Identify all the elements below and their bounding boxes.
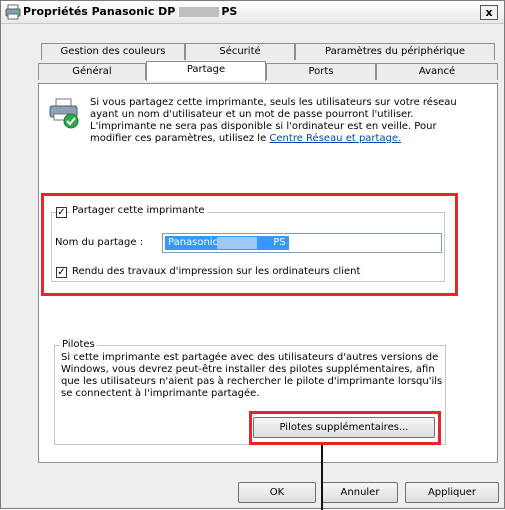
share-name-input[interactable]: Panasonic DP PS (162, 233, 442, 253)
tab-securite[interactable]: Sécurité (185, 43, 295, 60)
redacted-model-number (179, 7, 219, 17)
apply-button[interactable]: Appliquer (405, 482, 499, 503)
tab-avance[interactable]: Avancé (376, 63, 498, 80)
render-jobs-checkbox[interactable]: ✓ (56, 267, 67, 278)
tab-gestion-couleurs[interactable]: Gestion des couleurs (41, 43, 185, 60)
shared-printer-icon (49, 98, 79, 129)
ok-button[interactable]: OK (238, 482, 316, 503)
dialog-title-right: PS (221, 5, 238, 18)
dialog-title-left: Propriétés Panasonic DP (23, 5, 176, 18)
tab-general[interactable]: Général (38, 63, 146, 80)
close-button[interactable]: x (480, 5, 498, 20)
printer-title-icon (5, 4, 21, 20)
tab-ports[interactable]: Ports (266, 63, 376, 80)
render-jobs-label: Rendu des travaux d'impression sur les o… (72, 266, 361, 277)
redacted-share-name-part (217, 237, 257, 249)
title-bar[interactable]: Propriétés Panasonic DP PS x (1, 1, 504, 24)
share-name-value-right: PS (273, 237, 286, 248)
share-name-label: Nom du partage : (55, 237, 144, 248)
additional-drivers-button[interactable]: Pilotes supplémentaires... (253, 417, 435, 438)
tab-parametres-peripherique[interactable]: Paramètres du périphérique (295, 43, 495, 60)
drivers-legend: Pilotes (60, 339, 97, 350)
properties-dialog: Propriétés Panasonic DP PS x Gestion des… (0, 0, 505, 510)
tab-partage[interactable]: Partage (146, 61, 266, 81)
share-printer-checkbox[interactable]: ✓ (56, 207, 67, 218)
callout-pointer-line (321, 445, 323, 510)
share-printer-label: Partager cette imprimante (70, 205, 207, 216)
network-sharing-center-link[interactable]: Centre Réseau et partage. (269, 133, 401, 144)
sharing-info-text: Si vous partagez cette imprimante, seuls… (90, 97, 460, 145)
cancel-button[interactable]: Annuler (322, 482, 398, 503)
drivers-info-text: Si cette imprimante est partagée avec de… (61, 352, 443, 399)
